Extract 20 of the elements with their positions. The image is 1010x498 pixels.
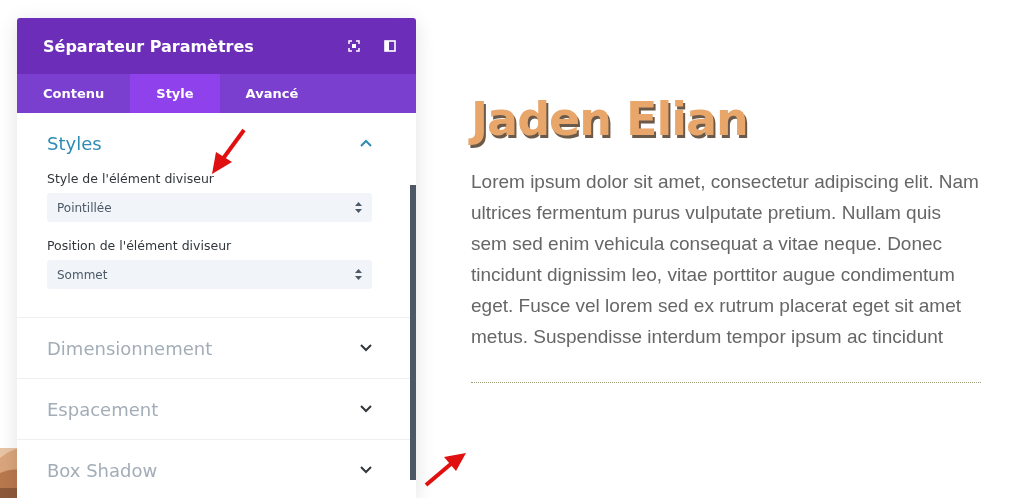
chevron-down-icon[interactable] [360,344,372,352]
fullscreen-icon[interactable] [348,40,360,52]
field-label: Style de l'élément diviseur [47,171,215,186]
sort-arrows-icon [355,202,362,213]
scrollbar-thumb[interactable] [410,185,416,480]
field-label: Position de l'élément diviseur [47,238,233,253]
tab[interactable]: Contenu [17,74,131,113]
sidebar-icon[interactable] [384,40,396,52]
chevron-down-icon[interactable] [360,405,372,413]
tab[interactable]: Avancé [219,74,325,113]
chevron-down-icon[interactable] [360,466,372,474]
select-field[interactable]: Sommet [47,260,372,289]
panel-title: Séparateur Paramètres [43,36,255,56]
chevron-up-icon[interactable] [360,139,372,147]
sort-arrows-icon [355,269,362,280]
preview-paragraph: Lorem ipsum dolor sit amet, consectetur adipiscing elit. Nam ultrices fermentum purus vulputate pretium. Nullam quis sem sed enim vehicula consequat a vitae neque. Donec tincidunt dignissim leo, vitae porttitor augue condimentum eget. Fusce vel lorem sed ex rutrum placerat eget sit amet metus. Suspendisse interdum tempor ipsum ac tincidunt [471,170,980,349]
select-field[interactable]: Pointillée [47,193,372,222]
section-title[interactable]: Styles [47,132,102,154]
annotation-arrow [424,451,468,487]
tab[interactable]: Style [130,74,220,113]
